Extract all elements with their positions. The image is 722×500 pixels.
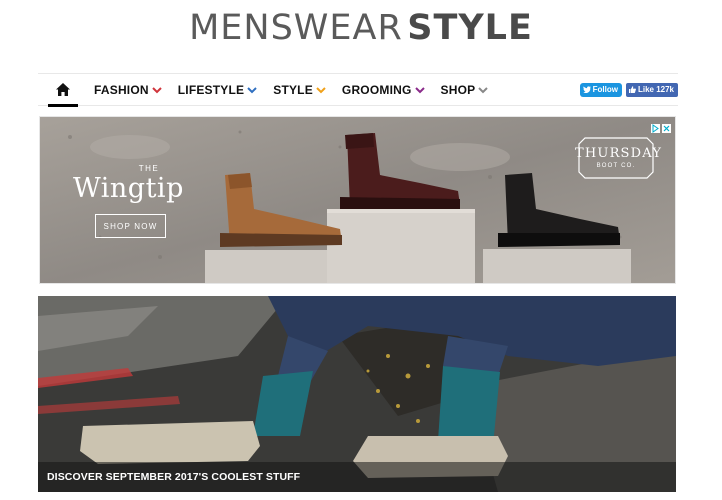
ad-close-icon[interactable] <box>662 120 671 133</box>
brand-badge-icon <box>578 137 654 179</box>
chevron-down-icon <box>414 86 425 93</box>
nav-item-shop[interactable]: SHOP <box>441 73 489 106</box>
ad-title: Wingtip <box>73 173 184 204</box>
nav-home-link[interactable] <box>48 74 78 107</box>
nav-item-shop-label: SHOP <box>440 82 476 97</box>
chevron-down-icon <box>316 86 326 93</box>
main-navigation: FASHION LIFESTYLE STYLE GROOMING SHOP Fo… <box>38 73 678 107</box>
nav-item-style-label: STYLE <box>273 82 313 97</box>
hero-caption-text[interactable]: DISCOVER SEPTEMBER 2017'S COOLEST STUFF <box>47 471 300 483</box>
nav-item-fashion[interactable]: FASHION <box>94 73 162 106</box>
nav-item-grooming-label: GROOMING <box>341 82 412 97</box>
social-buttons: Follow Like 127k <box>579 82 678 97</box>
twitter-follow-label: Follow <box>592 85 618 94</box>
thumbs-up-icon <box>628 86 636 93</box>
ad-shop-now-button[interactable]: SHOP NOW <box>95 214 166 238</box>
nav-item-style[interactable]: STYLE <box>273 73 326 106</box>
nav-item-fashion-label: FASHION <box>94 82 149 97</box>
chevron-down-icon <box>152 86 162 93</box>
ad-banner-wingtip[interactable]: THE Wingtip SHOP NOW THURSDAY BOOT CO. <box>39 116 676 284</box>
nav-item-lifestyle-label: LIFESTYLE <box>177 82 245 97</box>
hero-caption-bar: DISCOVER SEPTEMBER 2017'S COOLEST STUFF <box>38 462 676 492</box>
nav-item-grooming[interactable]: GROOMING <box>342 73 425 106</box>
logo-text-style: STYLE <box>407 8 533 48</box>
twitter-bird-icon <box>582 86 591 93</box>
ad-choices[interactable] <box>651 120 671 133</box>
twitter-follow-button[interactable]: Follow <box>579 82 622 97</box>
site-logo[interactable]: MENSWEAR STYLE <box>0 8 722 52</box>
home-icon <box>56 82 70 96</box>
ad-brand-logo: THURSDAY BOOT CO. <box>575 134 661 182</box>
facebook-like-label: Like 127k <box>637 85 674 94</box>
featured-article-hero[interactable]: DISCOVER SEPTEMBER 2017'S COOLEST STUFF <box>38 296 676 492</box>
chevron-down-icon <box>247 86 257 93</box>
nav-item-lifestyle[interactable]: LIFESTYLE <box>178 73 257 106</box>
logo-text-menswear: MENSWEAR <box>189 8 403 48</box>
ad-title-small: THE <box>138 164 160 173</box>
facebook-like-button[interactable]: Like 127k <box>625 82 678 97</box>
ad-info-icon <box>651 120 660 133</box>
chevron-down-icon <box>478 86 489 93</box>
